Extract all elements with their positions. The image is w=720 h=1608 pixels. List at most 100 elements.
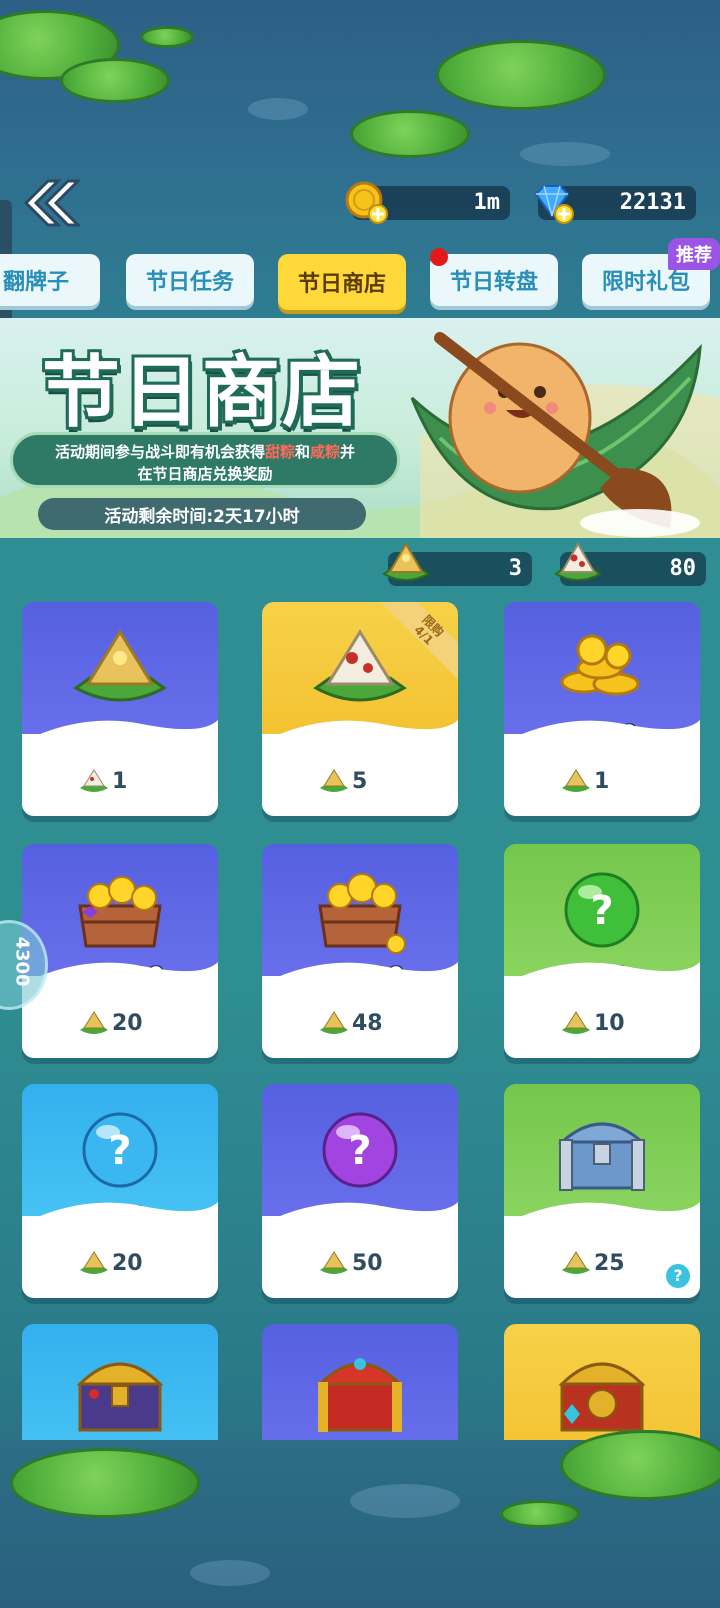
item-price: 1 (78, 768, 127, 794)
diamond-balance[interactable]: 22131 (534, 185, 696, 224)
salty-zongzi-icon (80, 769, 108, 792)
salty-zongzi-icon (554, 541, 602, 581)
silver-chest-icon (558, 1122, 646, 1191)
svg-text:?: ? (108, 1128, 131, 1174)
back-button[interactable] (18, 175, 82, 231)
bottom-pond-decoration (0, 1430, 720, 1608)
event-tabs: 翻牌子 节日任务 节日商店 节日转盘 限时礼包 (0, 254, 720, 312)
shop-item-gold-coins[interactable]: X100 1 (504, 602, 700, 816)
desc-sweet: 甜粽 (264, 443, 295, 461)
svg-text:?: ? (348, 1128, 371, 1174)
ripple-decoration (520, 142, 610, 166)
shop-item-blue-mystery-orb[interactable]: ? X20 20 (22, 1084, 218, 1298)
shop-banner: 节日商店 活动期间参与战斗即有机会获得甜粽和咸粽并 在节日商店兑换奖励 活动剩余… (0, 318, 720, 538)
gold-treasure-box-icon (78, 876, 162, 948)
sweet-zongzi-icon (320, 769, 348, 792)
price-value: 25 (594, 1250, 625, 1276)
shop-item-purple-mystery-orb[interactable]: ? X10 50 (262, 1084, 458, 1298)
wave-shape (22, 720, 218, 742)
shop-item-green-mystery-orb[interactable]: ? X50 10 (504, 844, 700, 1058)
ripple-decoration (350, 1484, 460, 1518)
purple-gold-chest-icon (76, 1362, 164, 1432)
lily-pad-decoration (60, 58, 170, 103)
lily-pad-decoration (350, 110, 470, 158)
salty-zongzi-icon (313, 629, 407, 702)
lily-pad-decoration (560, 1430, 720, 1500)
wave-shape (262, 1202, 458, 1224)
price-value: 5 (352, 768, 368, 794)
shop-item-gold-chest-small[interactable]: X2000 20 (22, 844, 218, 1058)
sweet-zongzi-icon (73, 629, 167, 702)
diamond-add-icon (534, 185, 574, 224)
golden-dragon-chest-icon (558, 1362, 646, 1432)
lily-pad-decoration (500, 1500, 580, 1528)
ripple-decoration (190, 1560, 270, 1586)
wave-shape (504, 1202, 700, 1224)
shop-item-purple-gold-chest[interactable] (22, 1324, 218, 1444)
desc-text: 活动期间参与战斗即有机会获得 (54, 443, 265, 461)
price-value: 1 (112, 768, 128, 794)
item-price: 1 (560, 768, 609, 794)
red-chest-icon (316, 1358, 404, 1432)
sweet-zongzi-count: 3 (382, 541, 532, 586)
shop-item-red-chest[interactable] (262, 1324, 458, 1444)
green-mystery-orb-icon: ? (564, 872, 640, 948)
tab-festival-wheel[interactable]: 节日转盘 (430, 254, 558, 306)
sweet-zongzi-icon (562, 769, 590, 792)
side-bubble-value: 4300 (11, 936, 33, 987)
price-value: 50 (352, 1250, 383, 1276)
price-value: 20 (112, 1010, 143, 1036)
item-price: 10 (560, 1010, 625, 1036)
tab-festival-shop[interactable]: 节日商店 (278, 254, 406, 310)
tab-flip-cards[interactable]: 翻牌子 (0, 254, 100, 306)
item-price: 50 (318, 1250, 383, 1276)
desc-salty: 咸粽 (310, 443, 341, 461)
lily-pad-decoration (10, 1448, 200, 1518)
shop-item-golden-dragon-chest[interactable] (504, 1324, 700, 1444)
price-value: 1 (594, 768, 610, 794)
gold-coin-add-icon (345, 181, 388, 224)
wave-shape (504, 962, 700, 984)
sweet-zongzi-icon (562, 1251, 590, 1274)
gold-balance[interactable]: 1m (345, 181, 510, 224)
desc-and: 和 (294, 443, 310, 461)
price-value: 10 (594, 1010, 625, 1036)
event-timer: 活动剩余时间:2天17小时 (38, 498, 366, 530)
desc-line2: 在节日商店兑换奖励 (137, 465, 273, 483)
wave-shape (262, 962, 458, 984)
svg-text:?: ? (590, 888, 613, 934)
lily-pad-decoration (140, 26, 194, 48)
blue-mystery-orb-icon: ? (82, 1112, 158, 1188)
shop-item-salty-zongzi[interactable]: 限购4/1 X1 5 (262, 602, 458, 816)
sweet-zongzi-icon (320, 1251, 348, 1274)
wave-shape (22, 962, 218, 984)
shop-item-sweet-zongzi[interactable]: X5 1 (22, 602, 218, 816)
wave-shape (22, 1202, 218, 1224)
purple-mystery-orb-icon: ? (322, 1112, 398, 1188)
sweet-count-value: 3 (508, 556, 522, 581)
salty-zongzi-count: 80 (554, 541, 706, 586)
salty-count-value: 80 (669, 556, 697, 581)
item-price: 25 (560, 1250, 625, 1276)
gold-treasure-box-icon (318, 873, 406, 954)
sweet-zongzi-icon (320, 1011, 348, 1034)
wave-shape (262, 720, 458, 742)
price-value: 48 (352, 1010, 383, 1036)
price-value: 20 (112, 1250, 143, 1276)
gold-value: 1m (473, 190, 501, 215)
banner-description: 活动期间参与战斗即有机会获得甜粽和咸粽并 在节日商店兑换奖励 (10, 432, 400, 488)
recommend-badge: 推荐 (668, 238, 720, 270)
desc-text-end: 并 (340, 443, 356, 461)
banner-title: 节日商店 (42, 348, 363, 438)
item-price: 5 (318, 768, 367, 794)
diamond-value: 22131 (619, 190, 686, 215)
help-icon[interactable]: ? (666, 1264, 690, 1288)
shop-item-gold-chest-large[interactable]: X5000 48 (262, 844, 458, 1058)
item-price: 20 (78, 1010, 143, 1036)
notification-dot (430, 248, 448, 266)
sweet-zongzi-icon (562, 1011, 590, 1034)
tab-festival-tasks[interactable]: 节日任务 (126, 254, 254, 306)
lily-pad-decoration (436, 40, 606, 110)
item-price: 20 (78, 1250, 143, 1276)
gold-coins-icon (560, 634, 640, 696)
